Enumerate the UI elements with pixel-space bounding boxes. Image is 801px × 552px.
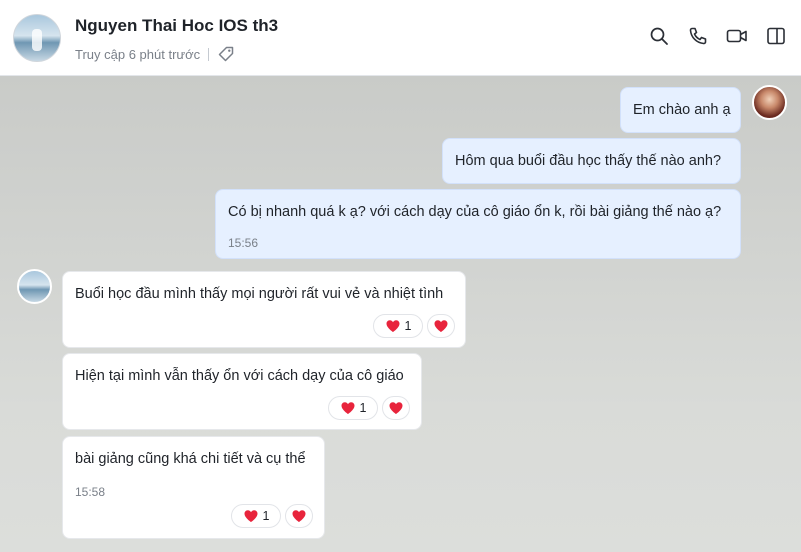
heart-icon xyxy=(341,402,355,414)
search-icon[interactable] xyxy=(648,25,670,47)
react-button[interactable] xyxy=(382,396,410,420)
reaction-count-badge[interactable]: 1 xyxy=(328,396,378,420)
my-avatar[interactable] xyxy=(752,85,787,120)
header-toolbar xyxy=(648,25,787,47)
contact-avatar[interactable] xyxy=(13,14,61,62)
message-time: 15:56 xyxy=(228,236,259,250)
tag-icon[interactable] xyxy=(217,45,235,63)
message-bubble-outgoing[interactable]: Có bị nhanh quá k ạ? với cách dạy của cô… xyxy=(215,189,741,259)
message-list[interactable]: Em chào anh ạ Hôm qua buổi đầu học thấy … xyxy=(0,76,801,552)
message-time: 15:58 xyxy=(75,485,106,499)
last-seen-status: Truy cập 6 phút trước xyxy=(75,46,201,62)
react-button[interactable] xyxy=(427,314,455,338)
heart-icon xyxy=(292,510,306,522)
message-bubble-outgoing[interactable]: Hôm qua buổi đầu học thấy thế nào anh? xyxy=(442,138,741,184)
message-bubble-outgoing[interactable]: Em chào anh ạ xyxy=(620,87,741,133)
sidebar-toggle-icon[interactable] xyxy=(765,25,787,47)
reaction-count: 1 xyxy=(404,319,412,333)
message-text: Em chào anh ạ xyxy=(633,102,731,118)
reaction-count: 1 xyxy=(262,509,270,523)
video-call-icon[interactable] xyxy=(726,25,748,47)
message-text: Buổi học đầu mình thấy mọi người rất vui… xyxy=(75,286,444,302)
message-text: Hôm qua buổi đầu học thấy thế nào anh? xyxy=(455,153,722,169)
divider xyxy=(208,47,210,61)
reaction-count: 1 xyxy=(359,401,367,415)
heart-icon xyxy=(434,320,448,332)
message-text: Có bị nhanh quá k ạ? với cách dạy của cô… xyxy=(228,204,722,220)
message-bubble-incoming[interactable]: bài giảng cũng khá chi tiết và cụ thể 15… xyxy=(62,436,325,539)
heart-icon xyxy=(244,510,258,522)
message-text: Hiện tại mình vẫn thấy ổn với cách dạy c… xyxy=(75,368,404,384)
message-bubble-incoming[interactable]: Hiện tại mình vẫn thấy ổn với cách dạy c… xyxy=(62,353,422,430)
contact-name[interactable]: Nguyen Thai Hoc IOS th3 xyxy=(75,16,278,36)
message-bubble-incoming[interactable]: Buổi học đầu mình thấy mọi người rất vui… xyxy=(62,271,466,348)
phone-icon[interactable] xyxy=(687,25,709,47)
message-text: bài giảng cũng khá chi tiết và cụ thể xyxy=(75,451,306,467)
reaction-count-badge[interactable]: 1 xyxy=(231,504,281,528)
react-button[interactable] xyxy=(285,504,313,528)
reaction-count-badge[interactable]: 1 xyxy=(373,314,423,338)
chat-header: Nguyen Thai Hoc IOS th3 Truy cập 6 phút … xyxy=(0,0,801,76)
heart-icon xyxy=(389,402,403,414)
heart-icon xyxy=(386,320,400,332)
sender-avatar[interactable] xyxy=(17,269,52,304)
status-row: Truy cập 6 phút trước xyxy=(75,45,235,63)
